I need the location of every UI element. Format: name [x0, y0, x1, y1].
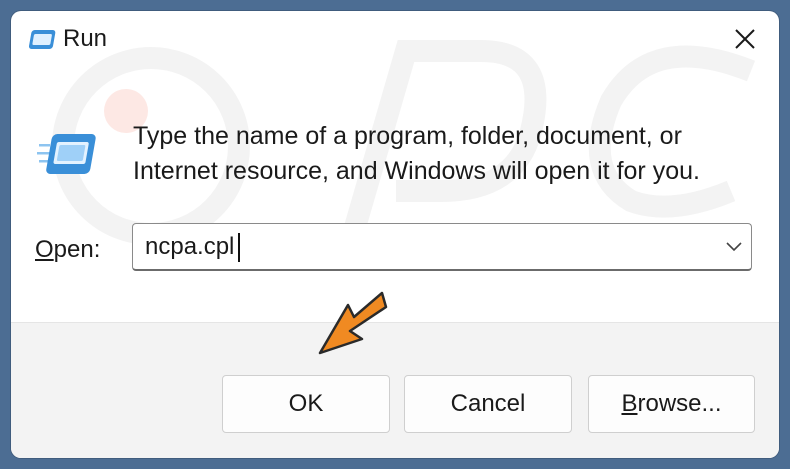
close-button[interactable]: [725, 21, 765, 57]
ok-button[interactable]: OK: [222, 375, 390, 433]
browse-mnemonic: B: [621, 390, 638, 417]
open-input[interactable]: [145, 232, 705, 262]
run-dialog: Run Type the name of a program, folder, …: [11, 11, 779, 458]
open-label: Open:: [35, 236, 100, 264]
open-label-mnemonic: O: [35, 236, 54, 263]
open-combobox[interactable]: [132, 223, 752, 271]
run-icon: [28, 30, 56, 49]
instructions-line-2: Internet resource, and Windows will open…: [133, 157, 700, 185]
open-label-rest: pen:: [53, 236, 101, 263]
cancel-button[interactable]: Cancel: [404, 375, 572, 433]
chevron-down-icon: [726, 242, 742, 252]
run-icon: [37, 134, 96, 174]
browse-button[interactable]: Browse...: [588, 375, 755, 433]
browse-label-rest: rowse...: [637, 390, 722, 417]
title-bar: Run: [11, 11, 779, 71]
orange-arrow-icon: [318, 291, 388, 355]
instructions-text: Type the name of a program, folder, docu…: [133, 119, 700, 189]
instructions-line-1: Type the name of a program, folder, docu…: [133, 122, 682, 150]
text-cursor: [238, 233, 240, 262]
dropdown-button[interactable]: [721, 234, 747, 260]
close-icon: [735, 29, 755, 49]
window-title: Run: [63, 25, 108, 52]
